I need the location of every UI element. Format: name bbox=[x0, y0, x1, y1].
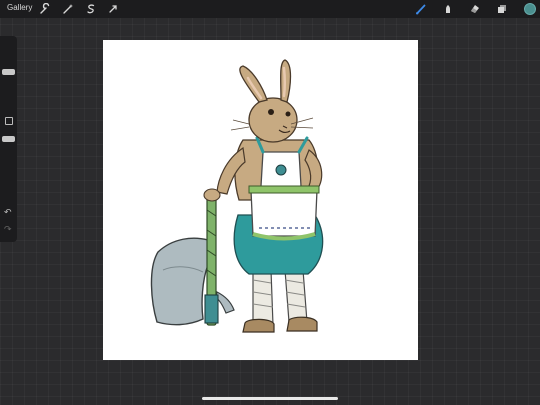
axe-back-spike bbox=[215, 291, 235, 314]
drawing-canvas[interactable] bbox=[103, 40, 418, 360]
color-picker-swatch[interactable] bbox=[524, 3, 536, 15]
eraser-icon[interactable] bbox=[468, 2, 482, 16]
rabbit-ear-left bbox=[239, 65, 268, 103]
gallery-button[interactable]: Gallery bbox=[7, 3, 32, 12]
modify-button[interactable] bbox=[5, 117, 13, 125]
layers-icon[interactable] bbox=[495, 2, 509, 16]
axe-blade bbox=[150, 237, 209, 326]
wrench-icon[interactable] bbox=[38, 2, 52, 16]
left-sidebar: ↶ ↷ bbox=[0, 36, 17, 242]
smudge-icon[interactable] bbox=[441, 2, 455, 16]
undo-icon[interactable]: ↶ bbox=[4, 207, 12, 218]
axe-grip bbox=[204, 294, 219, 324]
redo-icon[interactable]: ↷ bbox=[4, 224, 12, 235]
transform-icon[interactable] bbox=[106, 2, 120, 16]
top-toolbar: Gallery bbox=[0, 0, 540, 18]
brush-size-slider[interactable] bbox=[2, 69, 15, 75]
magic-wand-icon[interactable] bbox=[61, 2, 75, 16]
rabbit-adventurer-artwork bbox=[150, 59, 324, 333]
rabbit-head bbox=[248, 97, 298, 143]
opacity-slider[interactable] bbox=[2, 136, 15, 142]
selection-icon[interactable] bbox=[84, 2, 98, 16]
home-indicator[interactable] bbox=[202, 397, 338, 400]
brush-icon[interactable] bbox=[414, 2, 428, 16]
